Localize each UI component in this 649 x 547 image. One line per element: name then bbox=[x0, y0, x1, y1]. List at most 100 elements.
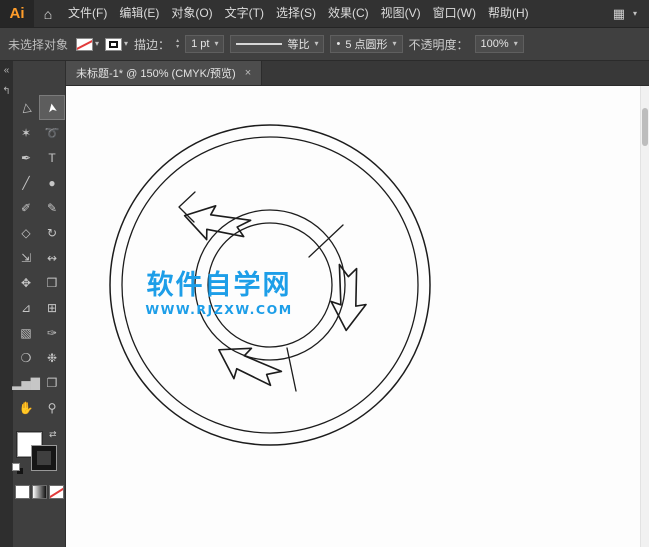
workspace-switcher-icon[interactable]: ▦ bbox=[613, 6, 627, 22]
perspective-grid-tool[interactable]: ⊿ bbox=[13, 295, 39, 320]
scale-tool[interactable]: ⇲ bbox=[13, 245, 39, 270]
free-transform-tool[interactable]: ✥ bbox=[13, 270, 39, 295]
swap-fill-stroke-icon[interactable]: ⇄ bbox=[49, 429, 57, 440]
mesh-tool[interactable]: ⊞ bbox=[39, 295, 65, 320]
fill-stroke-proxies: ⇄ bbox=[12, 429, 62, 476]
brush-label: 5 点圆形 bbox=[345, 39, 388, 51]
menu-list: 文件(F) 编辑(E) 对象(O) 文字(T) 选择(S) 效果(C) 视图(V) 窗口(W)… bbox=[62, 0, 535, 27]
artwork[interactable]: 软件自学网 WWW.RJZXW.COM bbox=[66, 86, 649, 547]
pen-tool[interactable]: ✒ bbox=[13, 145, 39, 170]
opacity-label: 不透明度： bbox=[408, 37, 469, 52]
stroke-weight-field[interactable]: 1 pt ▾ bbox=[185, 35, 225, 53]
chevron-down-icon: ▾ bbox=[314, 39, 319, 48]
artboard-tool-icon: ❐ bbox=[46, 375, 58, 390]
line-segment-tool[interactable]: ╱ bbox=[13, 170, 39, 195]
chevron-down-icon: ▾ bbox=[392, 39, 397, 48]
dock-arrow-icon[interactable]: ↰ bbox=[2, 87, 10, 97]
document-tab-title: 未标题-1* @ 150% (CMYK/预览) bbox=[76, 68, 236, 80]
selection-tool[interactable]: ➤ bbox=[39, 95, 65, 120]
control-bar: 未选择对象 ▾ ▾ 描边： ▴ ▾ 1 pt ▾ 等比 ▾ • 5 点圆形 ▾ … bbox=[0, 28, 649, 61]
width-tool[interactable]: ↭ bbox=[39, 245, 65, 270]
menu-item-3[interactable]: 对象(O) bbox=[165, 0, 218, 27]
collapse-panel-icon[interactable]: « bbox=[4, 66, 10, 76]
blend-tool[interactable]: ❍ bbox=[13, 345, 39, 370]
fill-none-swatch bbox=[76, 37, 94, 51]
artboard-tool[interactable]: ❐ bbox=[39, 370, 65, 395]
rotate-tool[interactable]: ↻ bbox=[39, 220, 65, 245]
menu-item-9[interactable]: 帮助(H) bbox=[482, 0, 535, 27]
line-segment-tool-icon: ╱ bbox=[22, 175, 30, 190]
menu-item-6[interactable]: 效果(C) bbox=[322, 0, 375, 27]
ellipse-tool[interactable]: ● bbox=[39, 170, 65, 195]
paintbrush-tool[interactable]: ✐ bbox=[13, 195, 39, 220]
zoom-tool[interactable]: ⚲ bbox=[39, 395, 65, 420]
canvas[interactable]: 软件自学网 WWW.RJZXW.COM bbox=[66, 86, 649, 547]
stroke-swatch bbox=[105, 37, 123, 51]
menu-item-8[interactable]: 窗口(W) bbox=[427, 0, 482, 27]
tick-line-s bbox=[286, 347, 297, 392]
fill-color-control[interactable]: ▾ bbox=[76, 37, 99, 51]
stroke-color-proxy[interactable] bbox=[32, 446, 56, 470]
shape-builder-tool[interactable]: ❒ bbox=[39, 270, 65, 295]
stroke-weight-value: 1 pt bbox=[191, 38, 210, 50]
gradient-tool-icon: ▧ bbox=[20, 325, 32, 340]
symbol-sprayer-tool[interactable]: ❉ bbox=[39, 345, 65, 370]
pencil-tool[interactable]: ✎ bbox=[39, 195, 65, 220]
opacity-value: 100% bbox=[480, 38, 509, 50]
document-tab[interactable]: 未标题-1* @ 150% (CMYK/预览) × bbox=[66, 61, 263, 85]
selection-tool-icon: ➤ bbox=[44, 101, 60, 114]
direct-selection-tool-icon: ▷ bbox=[18, 101, 34, 114]
magic-wand-tool[interactable]: ✶ bbox=[13, 120, 39, 145]
vertical-scrollbar[interactable] bbox=[640, 86, 649, 547]
gradient-button[interactable] bbox=[31, 485, 47, 499]
hand-tool-icon: ✋ bbox=[18, 400, 34, 415]
app-logo[interactable]: Ai bbox=[0, 0, 34, 27]
watermark-url: WWW.RJZXW.COM bbox=[145, 302, 292, 317]
mesh-tool-icon: ⊞ bbox=[46, 300, 58, 315]
menu-item-1[interactable]: 文件(F) bbox=[62, 0, 113, 27]
brush-dropdown[interactable]: • 5 点圆形 ▾ bbox=[330, 35, 403, 53]
watermark: 软件自学网 WWW.RJZXW.COM bbox=[145, 269, 292, 317]
selection-status: 未选择对象 bbox=[8, 37, 69, 52]
column-graph-tool[interactable]: ▂▅▇ bbox=[12, 370, 40, 395]
gradient-tool[interactable]: ▧ bbox=[13, 320, 39, 345]
menu-item-4[interactable]: 文字(T) bbox=[219, 0, 270, 27]
stroke-weight-stepper[interactable]: ▴ ▾ bbox=[176, 38, 179, 50]
type-tool[interactable]: T bbox=[39, 145, 65, 170]
pen-tool-icon: ✒ bbox=[20, 150, 32, 165]
hand-tool[interactable]: ✋ bbox=[13, 395, 39, 420]
menu-item-7[interactable]: 视图(V) bbox=[375, 0, 427, 27]
paintbrush-tool-icon: ✐ bbox=[20, 200, 32, 215]
direct-selection-tool[interactable]: ▷ bbox=[13, 95, 39, 120]
paint-mode-buttons bbox=[14, 485, 64, 499]
eyedropper-tool-icon: ✑ bbox=[46, 325, 58, 340]
color-button[interactable] bbox=[14, 485, 30, 499]
home-icon[interactable]: ⌂ bbox=[34, 6, 62, 22]
shaper-tool-icon: ◇ bbox=[21, 225, 31, 240]
stepper-down-icon[interactable]: ▾ bbox=[176, 44, 179, 50]
default-fill-stroke-icon[interactable] bbox=[12, 463, 23, 474]
document-tab-bar: 未标题-1* @ 150% (CMYK/预览) × bbox=[66, 61, 649, 86]
column-graph-tool-icon: ▂▅▇ bbox=[12, 375, 40, 390]
chevron-down-icon: ▾ bbox=[513, 39, 518, 48]
chevron-down-icon: ▾ bbox=[632, 8, 637, 18]
tool-grid: ▷ ➤ ✶ ➰ ✒ T ╱ ● ✐ ✎ ◇ ↻ ⇲ ↭ ✥ ❒ ⊿ ⊞ ▧ ✑ ❍ ❉ ▂▅▇ ❐ ✋ ⚲ bbox=[12, 95, 65, 420]
menu-item-5[interactable]: 选择(S) bbox=[270, 0, 322, 27]
rotate-tool-icon: ↻ bbox=[46, 225, 58, 240]
lasso-tool[interactable]: ➰ bbox=[39, 120, 65, 145]
stroke-profile-dropdown[interactable]: 等比 ▾ bbox=[230, 35, 325, 53]
tab-close-icon[interactable]: × bbox=[245, 67, 251, 79]
none-button[interactable] bbox=[48, 485, 64, 499]
symbol-sprayer-tool-icon: ❉ bbox=[46, 350, 58, 365]
opacity-field[interactable]: 100% ▾ bbox=[474, 35, 524, 53]
shaper-tool[interactable]: ◇ bbox=[13, 220, 39, 245]
scale-tool-icon: ⇲ bbox=[20, 250, 32, 265]
menu-item-2[interactable]: 编辑(E) bbox=[113, 0, 165, 27]
stroke-weight-label: 描边： bbox=[134, 37, 171, 52]
vertical-scrollbar-thumb[interactable] bbox=[642, 108, 648, 146]
chevron-down-icon: ▾ bbox=[124, 39, 129, 48]
eyedropper-tool[interactable]: ✑ bbox=[39, 320, 65, 345]
stroke-color-control[interactable]: ▾ bbox=[105, 37, 129, 51]
menu-bar: Ai ⌂ 文件(F) 编辑(E) 对象(O) 文字(T) 选择(S) 效果(C) 视图(V)… bbox=[0, 0, 649, 28]
lasso-tool-icon: ➰ bbox=[44, 125, 60, 140]
